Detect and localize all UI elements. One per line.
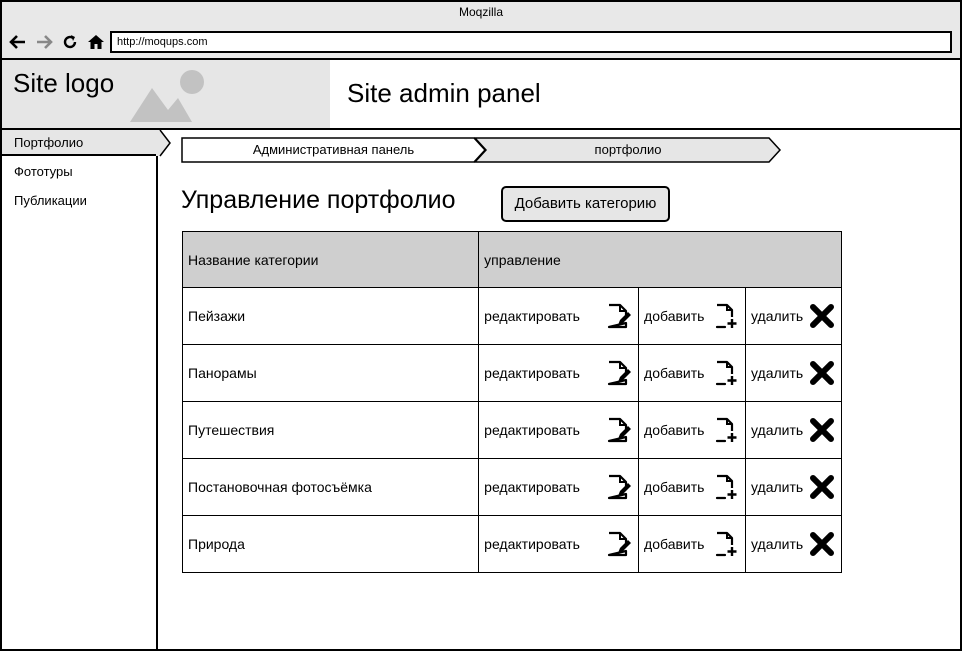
sidebar: Портфолио Фототуры Публикации: [2, 130, 171, 649]
add-label: добавить: [644, 536, 705, 552]
breadcrumb-item-admin[interactable]: Административная панель: [181, 137, 486, 163]
table-row: Панорамы редактировать добавить удалить: [181, 344, 842, 402]
delete-action[interactable]: удалить: [745, 344, 842, 402]
category-name-text: Постановочная фотосъёмка: [188, 479, 372, 495]
edit-label: редактировать: [484, 422, 580, 438]
breadcrumb-item-portfolio[interactable]: портфолио: [474, 137, 782, 163]
add-file-icon[interactable]: [715, 303, 739, 329]
delete-label: удалить: [751, 479, 804, 495]
edit-label: редактировать: [484, 308, 580, 324]
delete-label: удалить: [751, 422, 804, 438]
category-name: Панорамы: [181, 344, 480, 402]
admin-panel-title: Site admin panel: [347, 78, 541, 108]
category-name: Природа: [181, 515, 480, 573]
add-label: добавить: [644, 308, 705, 324]
categories-table: Название категории управление Пейзажи ре…: [181, 231, 842, 573]
edit-file-icon[interactable]: [606, 360, 632, 386]
category-name-text: Пейзажи: [188, 308, 246, 324]
edit-file-icon[interactable]: [606, 474, 632, 500]
category-name: Путешествия: [181, 401, 480, 459]
column-header-name: Название категории: [181, 231, 480, 288]
url-input[interactable]: http://moqups.com: [110, 31, 952, 53]
edit-file-icon[interactable]: [606, 531, 632, 557]
active-item-arrow: [156, 130, 171, 157]
sidebar-item-phototours[interactable]: Фототуры: [2, 159, 156, 185]
breadcrumb-label: портфолио: [594, 142, 662, 157]
reload-icon[interactable]: [60, 32, 80, 52]
add-label: добавить: [644, 365, 705, 381]
add-action[interactable]: добавить: [638, 401, 746, 459]
category-name-text: Путешествия: [188, 422, 275, 438]
add-file-icon[interactable]: [715, 474, 739, 500]
home-icon[interactable]: [86, 32, 106, 52]
edit-file-icon[interactable]: [606, 303, 632, 329]
edit-label: редактировать: [484, 365, 580, 381]
browser-window: Moqzilla http://moqups.com Site logo Sit…: [0, 0, 962, 651]
back-icon[interactable]: [8, 32, 28, 52]
edit-label: редактировать: [484, 479, 580, 495]
edit-action[interactable]: редактировать: [478, 287, 640, 345]
site-header: Site logo Site admin panel: [2, 60, 960, 130]
table-header-row: Название категории управление: [181, 231, 842, 288]
delete-x-icon[interactable]: [809, 417, 835, 443]
delete-label: удалить: [751, 365, 804, 381]
edit-action[interactable]: редактировать: [478, 401, 640, 459]
column-header-actions: управление: [478, 231, 842, 288]
category-name: Пейзажи: [181, 287, 480, 345]
edit-action[interactable]: редактировать: [478, 344, 640, 402]
sidebar-item-label: Публикации: [14, 193, 87, 208]
window-title: Moqzilla: [2, 2, 960, 24]
delete-action[interactable]: удалить: [745, 458, 842, 516]
table-row: Постановочная фотосъёмка редактировать д…: [181, 458, 842, 516]
delete-x-icon[interactable]: [809, 303, 835, 329]
delete-action[interactable]: удалить: [745, 515, 842, 573]
add-action[interactable]: добавить: [638, 458, 746, 516]
delete-x-icon[interactable]: [809, 474, 835, 500]
add-file-icon[interactable]: [715, 360, 739, 386]
category-name-text: Панорамы: [188, 365, 257, 381]
sidebar-item-label: Портфолио: [14, 135, 84, 150]
category-name-text: Природа: [188, 536, 245, 552]
add-action[interactable]: добавить: [638, 344, 746, 402]
sidebar-item-publications[interactable]: Публикации: [2, 188, 156, 214]
table-row: Пейзажи редактировать добавить удалить: [181, 287, 842, 345]
edit-file-icon[interactable]: [606, 417, 632, 443]
add-action[interactable]: добавить: [638, 515, 746, 573]
browser-navbar: http://moqups.com: [2, 24, 960, 60]
site-logo: Site logo: [13, 68, 115, 98]
logo-area: Site logo: [2, 60, 330, 128]
edit-action[interactable]: редактировать: [478, 458, 640, 516]
edit-label: редактировать: [484, 536, 580, 552]
page-title: Управление портфолио: [181, 186, 456, 214]
delete-x-icon[interactable]: [809, 360, 835, 386]
delete-action[interactable]: удалить: [745, 401, 842, 459]
delete-action[interactable]: удалить: [745, 287, 842, 345]
table-row: Путешествия редактировать добавить удали…: [181, 401, 842, 459]
add-action[interactable]: добавить: [638, 287, 746, 345]
delete-label: удалить: [751, 536, 804, 552]
sidebar-item-portfolio[interactable]: Портфолио: [2, 130, 156, 156]
add-label: добавить: [644, 422, 705, 438]
breadcrumb-label: Административная панель: [252, 142, 415, 157]
delete-x-icon[interactable]: [809, 531, 835, 557]
add-file-icon[interactable]: [715, 531, 739, 557]
delete-label: удалить: [751, 308, 804, 324]
category-name: Постановочная фотосъёмка: [181, 458, 480, 516]
edit-action[interactable]: редактировать: [478, 515, 640, 573]
sidebar-item-label: Фототуры: [14, 164, 73, 179]
add-category-button[interactable]: Добавить категорию: [501, 186, 670, 222]
forward-icon[interactable]: [34, 32, 54, 52]
add-label: добавить: [644, 479, 705, 495]
table-row: Природа редактировать добавить удалить: [181, 515, 842, 573]
add-file-icon[interactable]: [715, 417, 739, 443]
image-placeholder-icon: [130, 70, 204, 122]
